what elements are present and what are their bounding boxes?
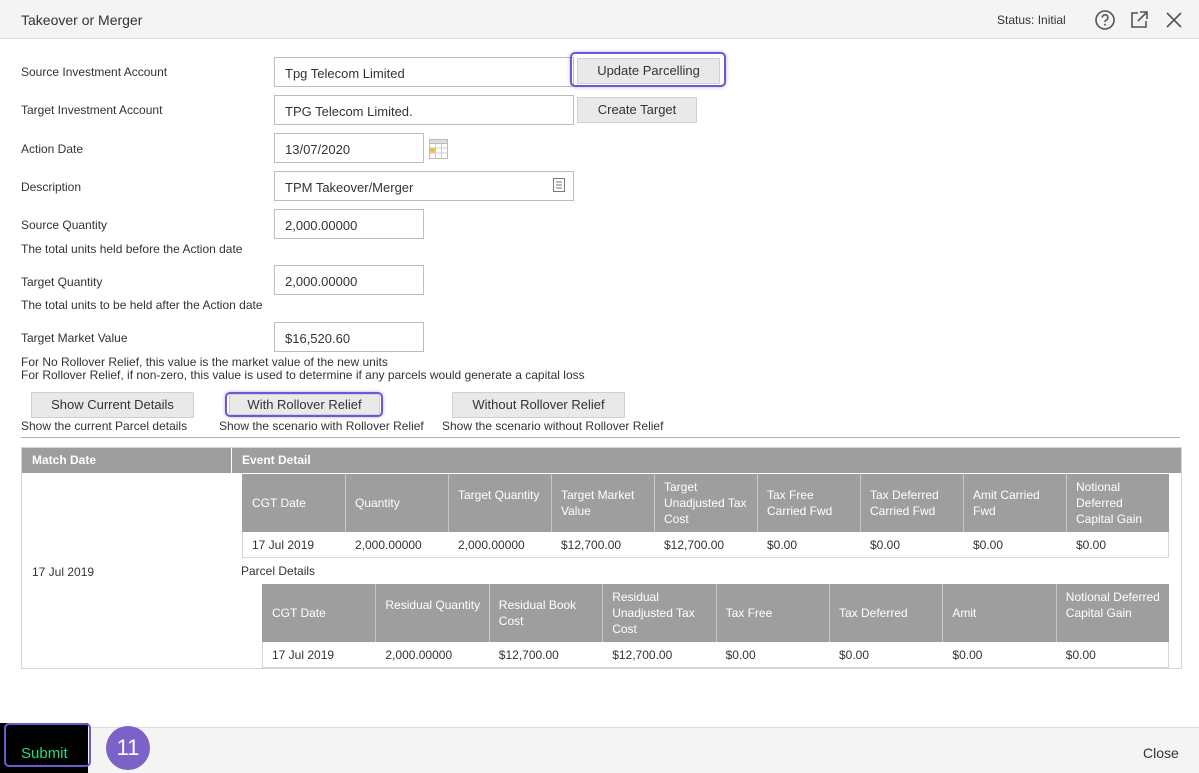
current-details-hint: Show the current Parcel details xyxy=(21,419,188,433)
event-header-cell: Tax Free Carried Fwd xyxy=(767,488,833,518)
event-data-cell: 2,000.00000 xyxy=(355,538,422,552)
parcel-data-cell: 17 Jul 2019 xyxy=(272,648,335,662)
event-col-separator xyxy=(1066,474,1067,532)
event-data-cell: 17 Jul 2019 xyxy=(252,538,315,552)
parcel-col-separator xyxy=(829,584,830,642)
match-date-value: 17 Jul 2019 xyxy=(32,565,95,579)
event-col-separator xyxy=(551,474,552,532)
event-header-cell: Target Unadjusted Tax Cost xyxy=(664,480,747,526)
source-account-label: Source Investment Account xyxy=(21,65,168,79)
event-header-cell: Amit Carried Fwd xyxy=(973,488,1040,518)
parcel-col-separator xyxy=(1055,584,1057,642)
event-header-cell: Target Market Value xyxy=(561,488,635,518)
parcel-header-cell: Tax Deferred xyxy=(839,606,908,620)
action-date-label: Action Date xyxy=(21,142,84,156)
source-account-field[interactable]: Tpg Telecom Limited xyxy=(274,57,574,87)
event-data-cell: $0.00 xyxy=(870,538,901,552)
event-header-cell: Notional Deferred Capital Gain xyxy=(1076,480,1143,526)
without-rollover-hint: Show the scenario without Rollover Relie… xyxy=(442,419,664,433)
parcel-data-cell: 2,000.00000 xyxy=(385,648,453,662)
parcel-data-cell: $0.00 xyxy=(839,648,870,662)
status-label: Status: Initial xyxy=(997,13,1066,27)
parcel-col-separator xyxy=(715,584,717,642)
close-icon[interactable] xyxy=(1163,9,1185,31)
event-col-separator xyxy=(860,474,861,532)
event-col-separator xyxy=(345,474,346,532)
update-parcelling-button[interactable]: Update Parcelling xyxy=(577,58,720,84)
parcel-data-cell: $0.00 xyxy=(952,648,983,662)
show-current-details-button[interactable]: Show Current Details xyxy=(31,392,194,418)
target-mv-hint-2: For Rollover Relief, if non-zero, this v… xyxy=(21,368,585,382)
event-data-cell: $0.00 xyxy=(767,538,798,552)
event-data-cell: 2,000.00000 xyxy=(458,538,525,552)
target-qty-label: Target Quantity xyxy=(21,275,103,289)
target-mv-field[interactable]: $16,520.60 xyxy=(274,322,424,352)
submit-label: Submit xyxy=(21,745,68,762)
event-data-cell: $12,700.00 xyxy=(561,538,622,552)
note-icon[interactable] xyxy=(553,178,565,192)
action-date-field[interactable]: 13/07/2020 xyxy=(274,133,424,163)
target-mv-label: Target Market Value xyxy=(21,331,128,345)
event-header-cell: CGT Date xyxy=(252,496,306,510)
target-qty-field[interactable]: 2,000.00000 xyxy=(274,265,424,295)
step-badge: 11 xyxy=(106,726,150,770)
parcel-data-cell: $12,700.00 xyxy=(612,648,673,662)
parcel-header-cell: CGT Date xyxy=(272,606,326,620)
description-field[interactable]: TPM Takeover/Merger xyxy=(274,171,574,201)
parcel-data-cell: $0.00 xyxy=(725,648,756,662)
event-detail-header-label: Event Detail xyxy=(242,453,311,467)
parcel-col-separator xyxy=(375,584,377,642)
source-qty-label: Source Quantity xyxy=(21,218,108,232)
with-rollover-relief-button[interactable]: With Rollover Relief xyxy=(229,394,380,415)
parcel-header-cell: Notional Deferred Capital Gain xyxy=(1065,590,1160,620)
event-header-cell: Quantity xyxy=(355,496,400,510)
event-col-separator xyxy=(654,474,655,532)
parcel-details-label: Parcel Details xyxy=(241,564,316,578)
event-col-separator xyxy=(963,474,964,532)
event-header-cell: Tax Deferred Carried Fwd xyxy=(870,488,939,518)
event-col-separator xyxy=(757,474,758,532)
parcel-data-cell: $12,700.00 xyxy=(498,648,559,662)
section-divider xyxy=(21,437,1180,438)
parcel-header-cell: Tax Free xyxy=(725,606,773,620)
external-link-icon[interactable] xyxy=(1128,9,1150,31)
help-circle-icon[interactable] xyxy=(1094,9,1116,31)
dialog-title: Takeover or Merger xyxy=(21,12,143,28)
event-header-cell: Target Quantity xyxy=(458,488,540,502)
event-data-cell: $12,700.00 xyxy=(664,538,725,552)
with-rollover-hint: Show the scenario with Rollover Relief xyxy=(219,419,424,433)
event-col-separator xyxy=(448,474,449,532)
create-target-button[interactable]: Create Target xyxy=(577,97,697,123)
parcel-data-cell: $0.00 xyxy=(1065,648,1096,662)
event-data-cell: $0.00 xyxy=(1076,538,1107,552)
description-label: Description xyxy=(21,180,82,194)
target-mv-hint-1: For No Rollover Relief, this value is th… xyxy=(21,355,388,369)
submit-button[interactable]: Submit xyxy=(0,723,91,773)
event-data-cell: $0.00 xyxy=(973,538,1004,552)
parcel-header-cell: Residual Quantity xyxy=(385,598,481,612)
target-qty-hint: The total units to be held after the Act… xyxy=(21,298,263,312)
source-qty-field[interactable]: 2,000.00000 xyxy=(274,209,424,239)
parcel-header-cell: Amit xyxy=(952,606,977,620)
parcel-header-cell: Residual Unadjusted Tax Cost xyxy=(612,590,695,636)
dialog-footer xyxy=(0,727,1199,773)
match-date-header-label: Match Date xyxy=(32,453,97,467)
parcel-col-separator xyxy=(942,584,944,642)
without-rollover-relief-button[interactable]: Without Rollover Relief xyxy=(452,392,625,418)
parcel-header-cell: Residual Book Cost xyxy=(498,598,577,628)
source-qty-hint: The total units held before the Action d… xyxy=(21,242,243,256)
close-button[interactable]: Close xyxy=(1143,745,1179,761)
event-detail-header xyxy=(232,448,1181,473)
parcel-col-separator xyxy=(602,584,604,642)
parcel-col-separator xyxy=(488,584,490,642)
target-account-label: Target Investment Account xyxy=(21,103,163,117)
calendar-icon[interactable] xyxy=(429,138,448,159)
target-account-field[interactable]: TPG Telecom Limited. xyxy=(274,95,574,125)
